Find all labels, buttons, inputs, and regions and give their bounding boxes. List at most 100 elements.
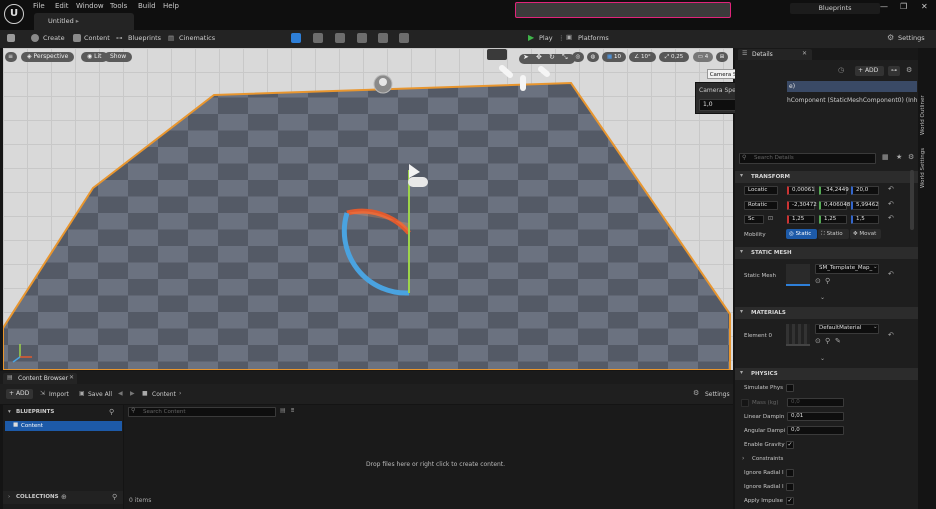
camera-speed-button[interactable]: ▭ 4 (693, 52, 713, 62)
section-transform[interactable]: TRANSFORM (735, 171, 918, 183)
tab-world-outliner[interactable]: World Outliner (920, 95, 932, 135)
scale-x-field[interactable]: 1,25 (787, 215, 815, 224)
rotation-x-field[interactable]: -2,30472 (787, 201, 817, 210)
section-materials[interactable]: MATERIALS (735, 307, 918, 319)
maximize-viewport-icon[interactable]: ⊞ (716, 52, 728, 62)
mobility-movable[interactable]: ✥ Movat (850, 229, 881, 239)
foliage-mode-icon[interactable] (335, 33, 345, 43)
mesh-paint-icon[interactable] (357, 33, 367, 43)
section-physics[interactable]: PHYSICS (735, 368, 918, 380)
history-forward-icon[interactable]: ▶ (130, 390, 135, 397)
static-mesh-picker[interactable]: SM_Template_Map_ (815, 264, 879, 274)
cb-tree-search-icon[interactable]: ⚲ (109, 408, 114, 416)
menu-tools[interactable]: Tools (110, 2, 127, 10)
level-viewport[interactable]: ≡ ◈ Perspective ◉ Lit Show (3, 48, 733, 370)
blueprints-section-chevron-icon[interactable]: ▾ (8, 409, 11, 415)
static-mesh-thumbnail[interactable] (786, 264, 810, 286)
material-use-selected-icon[interactable]: ⊙ (815, 337, 821, 345)
collections-search-icon[interactable]: ⚲ (112, 493, 117, 501)
scale-lock-icon[interactable]: ⊡ (768, 215, 773, 222)
tab-world-settings[interactable]: World Settings (920, 140, 932, 188)
angular-damping-field[interactable]: 0,0 (787, 426, 844, 435)
details-scrollbar[interactable] (910, 170, 914, 230)
ignore-radial-impulse-checkbox[interactable] (786, 469, 794, 477)
blueprints-button[interactable]: Blueprints (128, 34, 161, 42)
cinematics-button[interactable]: Cinematics (179, 34, 215, 42)
scale-dropdown[interactable]: Sc (744, 215, 764, 224)
apply-impulse-checkbox[interactable]: ✓ (786, 497, 794, 505)
content-button[interactable]: Content (84, 34, 110, 42)
component-selected-row[interactable]: e) (787, 81, 917, 92)
translate-icon[interactable]: ✥ (536, 53, 542, 61)
filter-icon[interactable]: ⩩ (291, 407, 294, 415)
rotation-dropdown[interactable]: Rotatic (744, 201, 778, 210)
location-x-field[interactable]: 0,00061 (787, 186, 815, 195)
rotation-y-field[interactable]: 0,406048 (819, 201, 850, 210)
platforms-button[interactable]: Platforms (578, 34, 609, 42)
cb-search-input[interactable]: Search Content (128, 407, 276, 417)
enable-gravity-checkbox[interactable]: ✓ (786, 441, 794, 449)
scale-icon[interactable]: ⤡ (562, 53, 568, 62)
scale-reset-icon[interactable]: ↶ (888, 214, 894, 222)
section-static-mesh[interactable]: STATIC MESH (735, 247, 918, 259)
minimize-button[interactable]: — (880, 2, 888, 11)
perspective-button[interactable]: ◈ Perspective (21, 52, 75, 62)
history-back-icon[interactable]: ◀ (118, 390, 123, 397)
rotate-icon[interactable]: ↻ (549, 53, 555, 61)
details-gear-icon[interactable]: ⚙ (906, 66, 912, 74)
location-dropdown[interactable]: Locatic (744, 186, 778, 195)
mass-override-checkbox[interactable] (741, 399, 749, 407)
scale-y-field[interactable]: 1,25 (819, 215, 847, 224)
save-search-icon[interactable]: ▤ (280, 407, 286, 414)
breadcrumb-chevron-icon[interactable]: › (179, 390, 181, 397)
tab-content-browser[interactable]: ▤ Content Browser ✕ (3, 373, 77, 384)
component-row-staticmesh[interactable]: hComponent (StaticMeshComponent0) (Inhe (787, 97, 917, 104)
details-search-input[interactable]: Search Details (739, 153, 876, 164)
create-button[interactable]: Create (43, 34, 65, 42)
details-settings-icon[interactable]: ⚙ (908, 153, 914, 161)
material-thumbnail[interactable] (786, 324, 810, 346)
collections-section[interactable]: › COLLECTIONS ⊕ ⚲ (3, 491, 123, 504)
blueprint-icon[interactable]: ⊶ (888, 66, 900, 76)
constraints-chevron-icon[interactable]: › (742, 455, 744, 462)
select-arrow-icon[interactable]: ➤ (523, 53, 529, 61)
browse-asset-icon[interactable]: ⚲ (825, 277, 830, 285)
property-matrix-icon[interactable]: ▦ (882, 153, 889, 161)
menu-file[interactable]: File (33, 2, 45, 10)
maximize-button[interactable]: ❐ (900, 2, 907, 11)
location-reset-icon[interactable]: ↶ (888, 185, 894, 193)
import-button[interactable]: Import (49, 391, 69, 398)
save-icon[interactable] (7, 34, 15, 42)
static-mesh-dropdown-icon[interactable]: ⌄ (873, 264, 878, 270)
simulate-physics-checkbox[interactable] (786, 384, 794, 392)
material-edit-icon[interactable]: ✎ (835, 337, 841, 345)
constraints-label[interactable]: Constraints (752, 456, 783, 462)
favorite-star-icon[interactable]: ★ (896, 153, 902, 161)
scale-z-field[interactable]: 1,5 (851, 215, 879, 224)
blueprints-section-title[interactable]: BLUEPRINTS (16, 409, 54, 415)
rotation-reset-icon[interactable]: ↶ (888, 200, 894, 208)
content-browser-close-icon[interactable]: ✕ (69, 374, 74, 381)
scale-snap-toggle[interactable]: ⤢ 0,25 (659, 52, 689, 62)
linear-damping-field[interactable]: 0,01 (787, 412, 844, 421)
static-mesh-advanced-chevron-icon[interactable]: ⌄ (820, 294, 825, 301)
location-z-field[interactable]: 20,0 (851, 186, 879, 195)
material-browse-icon[interactable]: ⚲ (825, 337, 830, 345)
viewport-options-tab[interactable] (487, 49, 507, 60)
tab-untitled[interactable]: Untitled ▸ (34, 13, 134, 30)
material-picker[interactable]: DefaultMaterial (815, 324, 879, 334)
cb-settings-button[interactable]: Settings (705, 391, 730, 398)
modeling-icon[interactable] (378, 33, 388, 43)
rotation-z-field[interactable]: 5,99462 (851, 201, 879, 210)
play-icon[interactable]: ▶ (528, 33, 534, 42)
details-add-button[interactable]: + ADD (855, 66, 884, 76)
show-button[interactable]: Show (104, 52, 133, 62)
grid-snap-toggle[interactable]: ▦ 10 (602, 52, 626, 62)
surface-snap-icon[interactable]: ◍ (587, 52, 599, 62)
fracture-icon[interactable] (399, 33, 409, 43)
landscape-mode-icon[interactable] (313, 33, 323, 43)
static-mesh-reset-icon[interactable]: ↶ (888, 270, 894, 278)
material-reset-icon[interactable]: ↶ (888, 331, 894, 339)
menu-build[interactable]: Build (138, 2, 156, 10)
location-y-field[interactable]: -34,2449 (819, 186, 849, 195)
